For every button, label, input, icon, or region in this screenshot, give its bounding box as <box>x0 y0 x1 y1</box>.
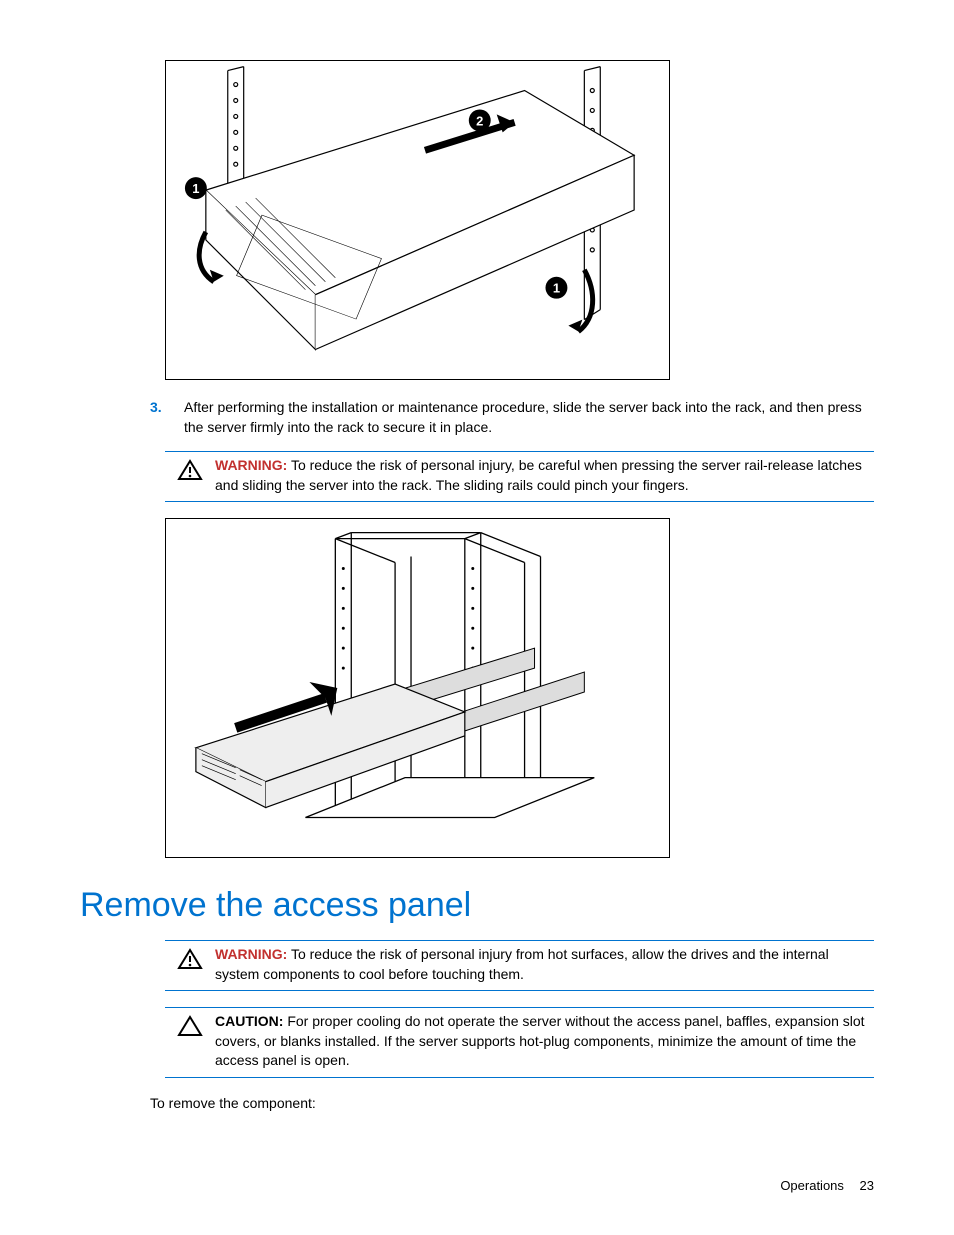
warning-block-rail-pinch: WARNING: To reduce the risk of personal … <box>165 451 874 502</box>
step-text: After performing the installation or mai… <box>184 398 874 437</box>
warning-block-hot-surfaces: WARNING: To reduce the risk of personal … <box>165 940 874 991</box>
warning-label: WARNING: <box>215 457 287 473</box>
caution-body: For proper cooling do not operate the se… <box>215 1013 865 1068</box>
remove-intro-text: To remove the component: <box>150 1094 874 1114</box>
step-3: 3. After performing the installation or … <box>150 398 874 437</box>
svg-text:2: 2 <box>476 113 483 128</box>
warning-triangle-bang-icon <box>177 458 203 482</box>
illustration-server-front: 1 1 2 <box>166 60 669 380</box>
footer-page-number: 23 <box>860 1178 874 1193</box>
step-number: 3. <box>150 398 184 437</box>
figure-server-slide-into-rack <box>165 518 670 858</box>
caution-triangle-icon <box>177 1014 203 1038</box>
alert-rule-bottom <box>165 990 874 991</box>
warning-triangle-bang-icon <box>177 947 203 971</box>
caution-block-cooling: CAUTION: For proper cooling do not opera… <box>165 1007 874 1078</box>
page-footer: Operations 23 <box>780 1177 874 1195</box>
caution-text: CAUTION: For proper cooling do not opera… <box>215 1012 874 1071</box>
heading-remove-access-panel: Remove the access panel <box>80 882 874 930</box>
caution-label: CAUTION: <box>215 1013 283 1029</box>
alert-rule-bottom <box>165 1077 874 1078</box>
warning-body: To reduce the risk of personal injury fr… <box>215 946 829 982</box>
alert-rule-bottom <box>165 501 874 502</box>
svg-text:1: 1 <box>192 181 199 196</box>
illustration-rack-insert <box>166 518 669 858</box>
figure-server-rail-release: 1 1 2 <box>165 60 670 380</box>
svg-text:1: 1 <box>553 281 560 296</box>
warning-text: WARNING: To reduce the risk of personal … <box>215 456 874 495</box>
footer-section-name: Operations <box>780 1178 844 1193</box>
warning-label: WARNING: <box>215 946 287 962</box>
warning-body: To reduce the risk of personal injury, b… <box>215 457 862 493</box>
warning-text: WARNING: To reduce the risk of personal … <box>215 945 874 984</box>
